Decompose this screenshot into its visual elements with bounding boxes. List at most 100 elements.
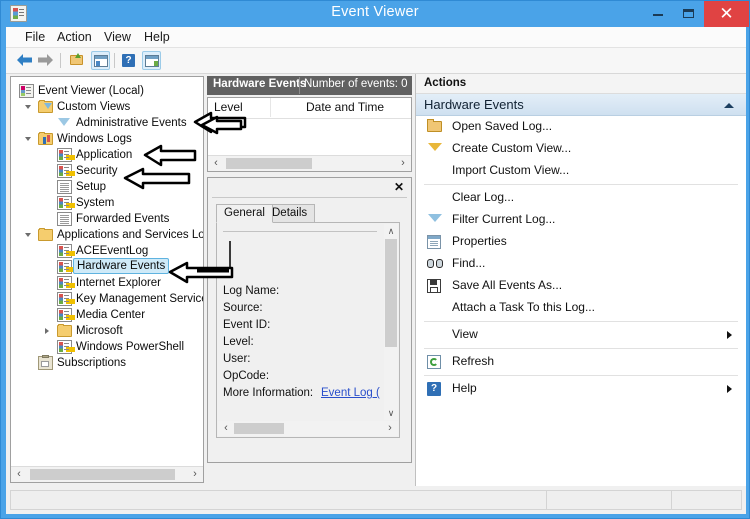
collapse-up-icon[interactable] <box>724 103 734 108</box>
scroll-up-icon[interactable]: ∧ <box>384 224 398 238</box>
menu-view[interactable]: View <box>99 29 136 45</box>
action-open-saved-log[interactable]: Open Saved Log... <box>416 116 746 138</box>
field-user: User: <box>223 353 251 365</box>
log-icon <box>57 340 72 354</box>
log-icon <box>57 244 72 258</box>
detail-vertical-scrollbar[interactable]: ∧ ∨ <box>384 224 398 420</box>
actions-pane: Actions Hardware Events Open Saved Log..… <box>415 74 746 486</box>
tree-item-label: Setup <box>76 181 107 193</box>
open-folder-icon[interactable] <box>68 51 87 70</box>
log-plain-icon <box>57 212 72 226</box>
scroll-right-icon[interactable]: › <box>395 156 411 171</box>
tree-item-label: Windows PowerShell <box>76 341 185 353</box>
field-log-name: Log Name: <box>223 285 280 297</box>
event-description-area <box>223 231 377 276</box>
tree-item-label: Custom Views <box>57 101 131 113</box>
action-label: Refresh <box>452 354 495 368</box>
action-attach-a-task-to-this-log[interactable]: Attach a Task To this Log... <box>416 297 746 319</box>
menu-action[interactable]: Action <box>52 29 97 45</box>
chevron-down-icon[interactable] <box>25 105 31 112</box>
tree-horizontal-scrollbar[interactable]: ‹ › <box>11 466 203 482</box>
actions-separator <box>424 321 738 322</box>
scroll-thumb[interactable] <box>30 469 175 480</box>
events-list-horizontal-scrollbar[interactable]: ‹ › <box>208 155 411 171</box>
action-clear-log[interactable]: Clear Log... <box>416 187 746 209</box>
forward-arrow-icon[interactable] <box>37 53 54 67</box>
detail-horizontal-scrollbar[interactable]: ‹ › <box>218 421 398 436</box>
folder-icon <box>38 228 53 241</box>
actions-group-header[interactable]: Hardware Events <box>416 94 746 116</box>
tree-item-label: Subscriptions <box>57 357 127 369</box>
action-properties[interactable]: Properties <box>416 231 746 253</box>
action-find[interactable]: Find... <box>416 253 746 275</box>
tree-item-label: Event Viewer (Local) <box>38 85 144 97</box>
show-hide-action-pane-icon[interactable] <box>142 51 161 70</box>
close-icon: ✕ <box>719 4 734 23</box>
column-header-date-and-time[interactable]: Date and Time <box>306 100 384 114</box>
scroll-thumb[interactable] <box>226 158 312 169</box>
column-header-level[interactable]: Level <box>214 100 243 114</box>
client-area: File Action View Help ? Event Viewer (Lo… <box>6 27 746 514</box>
tree-item-label: Key Management Service <box>76 293 203 305</box>
event-viewer-icon <box>19 84 34 98</box>
events-list[interactable]: Level Date and Time ‹ › <box>207 97 412 172</box>
log-icon <box>57 164 72 178</box>
actions-separator <box>424 348 738 349</box>
minimize-button[interactable] <box>642 1 673 27</box>
field-more-information: More Information: Event Log ( <box>223 387 393 404</box>
back-arrow-icon[interactable] <box>16 53 33 67</box>
actions-separator <box>424 184 738 185</box>
log-icon <box>57 260 72 274</box>
scroll-thumb[interactable] <box>385 239 397 347</box>
status-divider <box>546 491 547 509</box>
action-refresh[interactable]: Refresh <box>416 351 746 373</box>
action-view[interactable]: View <box>416 324 746 346</box>
status-bar <box>10 490 742 510</box>
folder-chart-icon <box>38 132 53 145</box>
tree-item-label: Applications and Services Lo <box>57 229 203 241</box>
scroll-left-icon[interactable]: ‹ <box>11 467 27 482</box>
scroll-right-icon[interactable]: › <box>382 421 398 436</box>
close-button[interactable]: ✕ <box>704 1 749 27</box>
chevron-down-icon[interactable] <box>25 137 31 144</box>
funnel-icon <box>57 116 72 130</box>
scroll-left-icon[interactable]: ‹ <box>218 421 234 436</box>
event-log-online-help-link[interactable]: Event Log ( <box>321 387 380 399</box>
properties-icon <box>427 235 441 249</box>
menu-help[interactable]: Help <box>139 29 175 45</box>
help-icon[interactable]: ? <box>119 51 138 70</box>
scroll-thumb[interactable] <box>234 423 284 434</box>
event-viewer-window: Event Viewer ✕ File Action View Help ? E… <box>0 0 750 519</box>
show-hide-console-tree-icon[interactable] <box>91 51 110 70</box>
tree-item-label: Media Center <box>76 309 146 321</box>
tab-general[interactable]: General <box>216 204 273 223</box>
column-divider[interactable] <box>270 98 271 117</box>
log-icon <box>57 148 72 162</box>
action-import-custom-view[interactable]: Import Custom View... <box>416 160 746 182</box>
action-label: Filter Current Log... <box>452 212 556 226</box>
menu-file[interactable]: File <box>20 29 50 45</box>
tree-item-label: Administrative Events <box>76 117 187 129</box>
chevron-right-icon[interactable] <box>45 328 49 334</box>
actions-separator <box>424 375 738 376</box>
close-icon[interactable]: ✕ <box>394 181 404 193</box>
actions-pane-title: Actions <box>416 74 746 94</box>
detail-divider <box>212 197 407 198</box>
menu-bar: File Action View Help <box>6 27 746 48</box>
save-icon <box>427 279 441 293</box>
actions-list: Open Saved Log... Create Custom View... … <box>416 116 746 400</box>
scroll-left-icon[interactable]: ‹ <box>208 156 224 171</box>
create-custom-view-funnel-icon <box>427 141 443 156</box>
scroll-down-icon[interactable]: ∨ <box>384 406 398 420</box>
field-opcode: OpCode: <box>223 370 270 382</box>
log-icon <box>57 276 72 290</box>
action-create-custom-view[interactable]: Create Custom View... <box>416 138 746 160</box>
subscriptions-icon <box>38 355 53 370</box>
action-save-all-events-as[interactable]: Save All Events As... <box>416 275 746 297</box>
action-help[interactable]: ? Help <box>416 378 746 400</box>
maximize-button[interactable] <box>673 1 704 27</box>
action-filter-current-log[interactable]: Filter Current Log... <box>416 209 746 231</box>
chevron-down-icon[interactable] <box>25 233 31 240</box>
scroll-right-icon[interactable]: › <box>187 467 203 482</box>
open-saved-log-icon <box>427 119 442 132</box>
